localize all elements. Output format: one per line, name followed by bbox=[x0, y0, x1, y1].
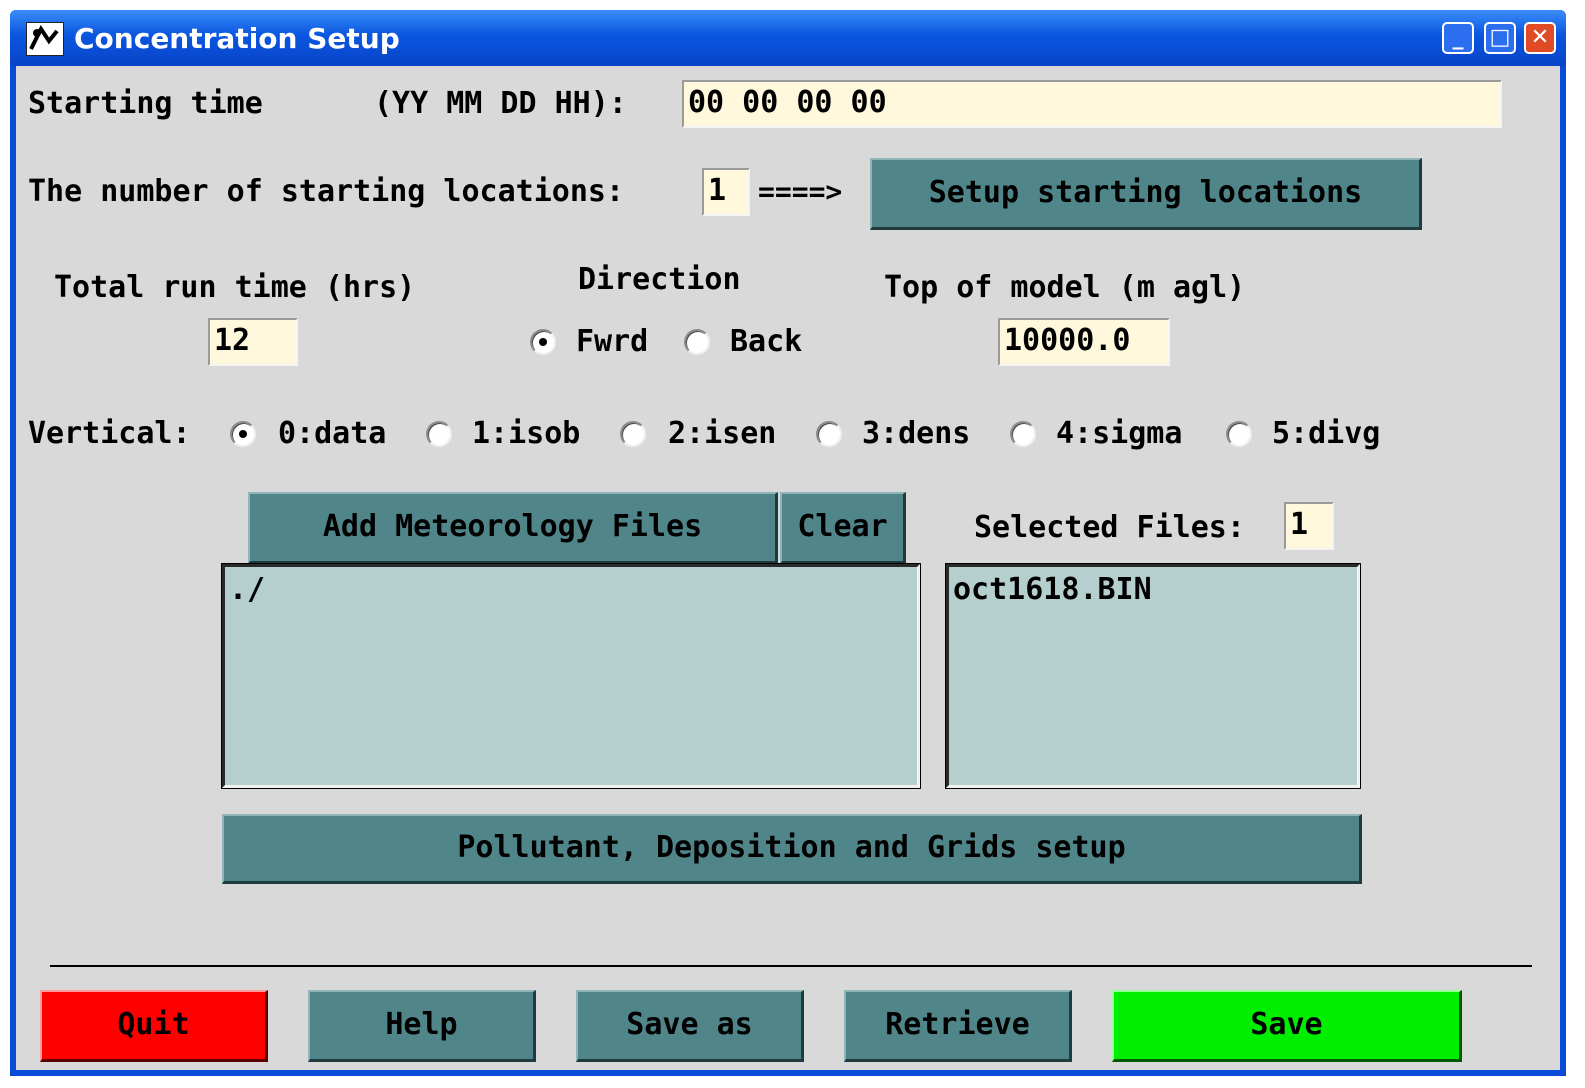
retrieve-button[interactable]: Retrieve bbox=[844, 990, 1072, 1062]
clear-files-button[interactable]: Clear bbox=[780, 492, 906, 564]
vertical-label: Vertical: bbox=[28, 416, 191, 451]
close-icon[interactable]: ✕ bbox=[1524, 22, 1556, 54]
minimize-icon[interactable]: _ bbox=[1442, 22, 1474, 54]
setup-starting-locations-button[interactable]: Setup starting locations bbox=[870, 158, 1422, 230]
direction-back-label: Back bbox=[730, 324, 803, 359]
starting-locations-label: The number of starting locations: bbox=[28, 174, 625, 209]
save-button[interactable]: Save bbox=[1112, 990, 1462, 1062]
starting-time-format-label: (YY MM DD HH): bbox=[374, 86, 627, 121]
vertical-2-isen-radio[interactable] bbox=[620, 421, 646, 447]
direction-back-radio[interactable] bbox=[684, 329, 710, 355]
help-button[interactable]: Help bbox=[308, 990, 536, 1062]
run-time-label: Total run time (hrs) bbox=[54, 270, 416, 305]
vertical-4-sigma-label: 4:sigma bbox=[1056, 416, 1183, 451]
vertical-5-divg-radio[interactable] bbox=[1226, 421, 1252, 447]
selected-files-listbox[interactable]: oct1618.BIN bbox=[945, 563, 1361, 789]
concentration-setup-window: Concentration Setup _ □ ✕ Starting time … bbox=[10, 10, 1566, 1076]
starting-locations-count-input[interactable]: 1 bbox=[702, 168, 750, 216]
separator bbox=[50, 965, 1532, 967]
dialog-body: Starting time (YY MM DD HH): 00 00 00 00… bbox=[16, 66, 1560, 1070]
vertical-1-isob-label: 1:isob bbox=[472, 416, 581, 451]
app-icon bbox=[26, 22, 64, 56]
vertical-3-dens-label: 3:dens bbox=[862, 416, 971, 451]
list-item[interactable]: oct1618.BIN bbox=[953, 573, 1353, 607]
run-time-input[interactable]: 12 bbox=[208, 318, 298, 366]
direction-fwrd-radio[interactable] bbox=[530, 329, 556, 355]
maximize-icon[interactable]: □ bbox=[1484, 22, 1516, 54]
selected-files-label: Selected Files: bbox=[974, 510, 1245, 545]
starting-time-label: Starting time bbox=[28, 86, 263, 121]
vertical-4-sigma-radio[interactable] bbox=[1010, 421, 1036, 447]
vertical-0-data-radio[interactable] bbox=[230, 421, 256, 447]
quit-button[interactable]: Quit bbox=[40, 990, 268, 1062]
vertical-1-isob-radio[interactable] bbox=[426, 421, 452, 447]
arrow-label: ====> bbox=[758, 175, 843, 208]
top-of-model-input[interactable]: 10000.0 bbox=[998, 318, 1170, 366]
vertical-0-data-label: 0:data bbox=[278, 416, 387, 451]
starting-time-input[interactable]: 00 00 00 00 bbox=[682, 80, 1502, 128]
selected-files-count-input[interactable]: 1 bbox=[1284, 502, 1334, 550]
top-of-model-label: Top of model (m agl) bbox=[884, 270, 1246, 305]
vertical-5-divg-label: 5:divg bbox=[1272, 416, 1381, 451]
window-title: Concentration Setup bbox=[74, 22, 400, 55]
pollutant-deposition-grids-setup-button[interactable]: Pollutant, Deposition and Grids setup bbox=[222, 814, 1362, 884]
directory-listbox[interactable]: ./ bbox=[221, 563, 921, 789]
direction-label: Direction bbox=[578, 262, 741, 297]
direction-fwrd-label: Fwrd bbox=[576, 324, 649, 359]
list-item[interactable]: ./ bbox=[229, 573, 913, 607]
radio-selected-dot bbox=[539, 338, 547, 346]
save-as-button[interactable]: Save as bbox=[576, 990, 804, 1062]
vertical-3-dens-radio[interactable] bbox=[816, 421, 842, 447]
add-meteorology-files-button[interactable]: Add Meteorology Files bbox=[248, 492, 778, 564]
radio-selected-dot bbox=[239, 430, 247, 438]
vertical-2-isen-label: 2:isen bbox=[668, 416, 777, 451]
title-bar[interactable]: Concentration Setup _ □ ✕ bbox=[10, 10, 1566, 66]
